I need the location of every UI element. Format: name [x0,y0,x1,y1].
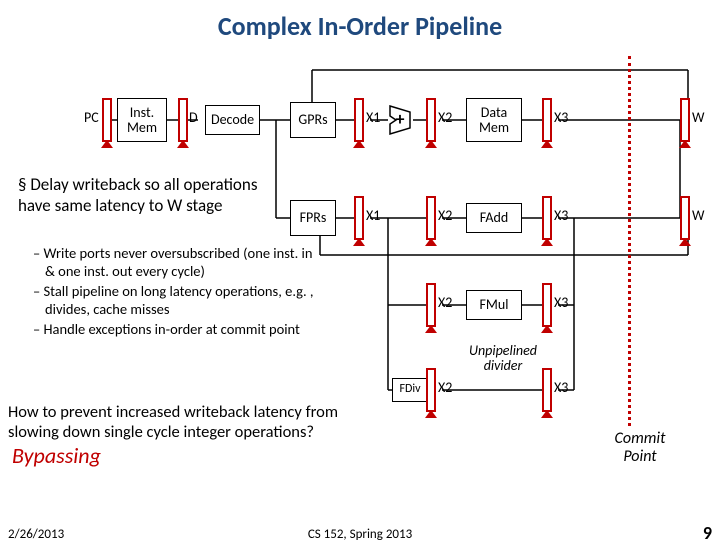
reg-x1-fp [354,196,364,240]
reg-x2-fadd [426,196,436,240]
sub-write-ports-text: Write ports never oversubscribed (one in… [44,244,313,280]
bullet-delay-writeback-text: Delay writeback so all operations have s… [18,174,257,216]
reg-x3-fdiv [542,368,552,412]
reg-x3-fadd [542,196,552,240]
fadd-box: FAdd [466,203,522,233]
w-int: W [692,110,704,125]
commit-point-line [628,56,631,426]
pc-label: PC [84,110,99,125]
x1-int: X1 [366,110,380,125]
fmul-box: FMul [466,290,522,320]
x2-fadd: X2 [438,208,452,223]
sub-exceptions: – Handle exceptions in-order at commit p… [45,320,320,338]
x3-fadd: X3 [554,208,568,223]
reg-pc [102,98,112,142]
fprs-box: FPRs [290,200,336,236]
x2-fdiv: X2 [438,380,452,395]
w-fp: W [692,208,704,223]
question-text-span: How to prevent increased writeback laten… [8,402,338,442]
x2-int: X2 [438,110,452,125]
x1-fp: X1 [366,208,380,223]
inst-mem: Inst. Mem [117,98,167,142]
reg-d [178,98,188,142]
fdiv-box: FDiv [392,378,428,402]
data-mem: Data Mem [466,98,522,142]
commit-point-label: Commit Point [600,430,680,465]
bullet-delay-writeback: § Delay writeback so all operations have… [18,174,290,216]
x3-fdiv: X3 [554,380,568,395]
sub-write-ports: – Write ports never oversubscribed (one … [45,244,320,280]
sub-stall-text: Stall pipeline on long latency operation… [44,282,314,318]
reg-x3-fmul [542,283,552,327]
alu-plus: + [393,110,407,128]
sub-stall: – Stall pipeline on long latency operati… [45,282,320,318]
reg-x2-fdiv [426,368,436,412]
footer-page-number: 9 [703,522,712,544]
d-label: D [189,110,198,125]
reg-x3-int [542,98,552,142]
reg-x2-int [426,98,436,142]
reg-w-fp [680,196,690,240]
slide-title: Complex In-Order Pipeline [0,10,720,42]
x3-fmul: X3 [554,295,568,310]
reg-w-int [680,98,690,142]
question-text: How to prevent increased writeback laten… [8,402,340,469]
decode-box: Decode [205,105,260,135]
x2-fmul: X2 [438,295,452,310]
reg-x2-fmul [426,283,436,327]
unpipelined-divider-label: Unpipelined divider [458,344,548,373]
sub-exceptions-text: Handle exceptions in-order at commit poi… [44,320,300,338]
bypassing-answer: Bypassing [12,442,101,469]
gprs-box: GPRs [290,102,336,138]
reg-x1-int [354,98,364,142]
x3-int: X3 [554,110,568,125]
